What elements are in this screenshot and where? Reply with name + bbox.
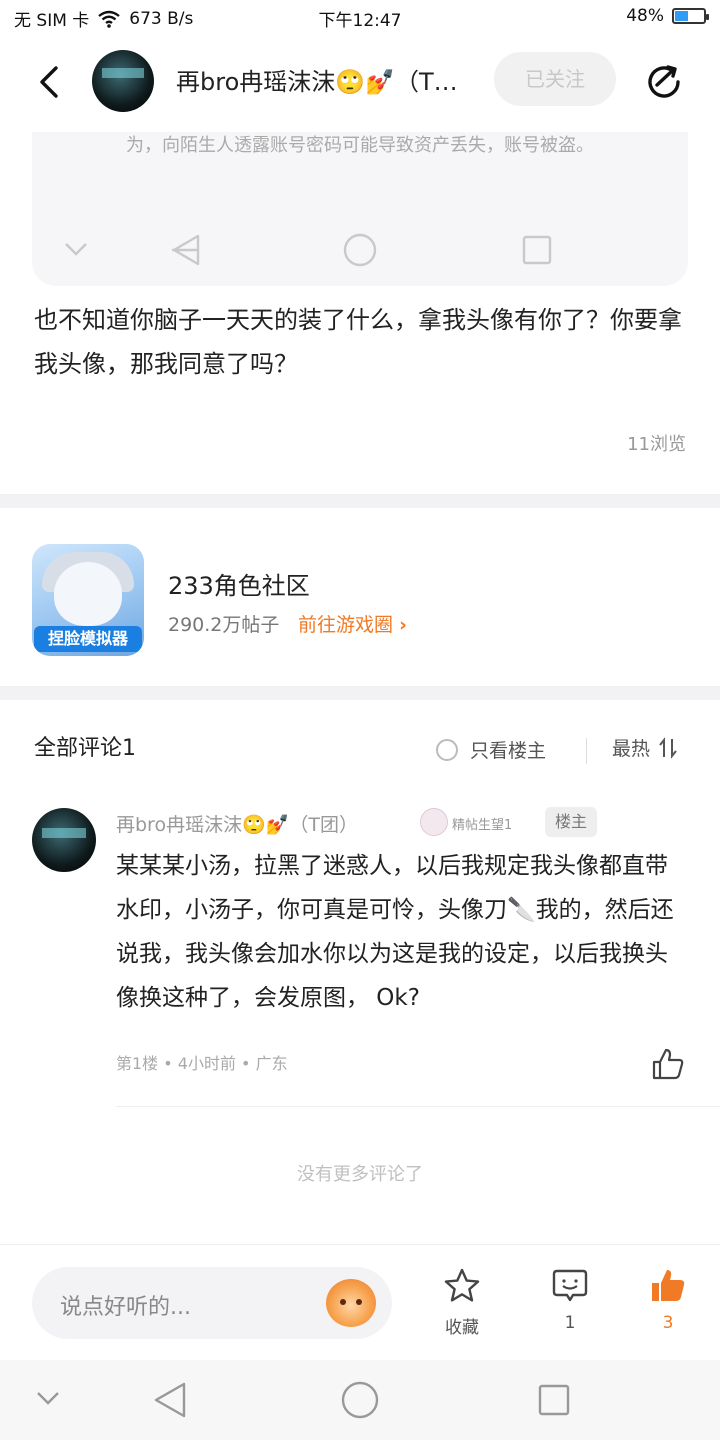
battery-fill — [675, 11, 688, 21]
community-post-count: 290.2万帖子 — [168, 614, 280, 636]
bottom-action-bar: 说点好听的... 收藏 1 3 — [0, 1244, 720, 1361]
comments-header: 全部评论1 只看楼主 最热 — [0, 702, 720, 792]
game-icon-badge: 捏脸模拟器 — [34, 626, 142, 652]
only-owner-toggle[interactable]: 只看楼主 — [436, 736, 546, 763]
comment-author[interactable]: 再bro冉瑶沫沫🙄💅（T团） — [116, 810, 358, 837]
nav-recents-icon[interactable] — [536, 1382, 572, 1418]
section-divider — [0, 686, 720, 700]
post-image-nav-bar — [65, 233, 552, 267]
clock: 下午12:47 — [318, 11, 402, 31]
battery-percent: 48% — [626, 6, 664, 26]
post-image[interactable]: 为，向陌生人透露账号密码可能导致资产丢失，账号被盗。 — [32, 132, 688, 286]
no-more-comments: 没有更多评论了 — [297, 1164, 423, 1185]
comment-input[interactable]: 说点好听的... — [32, 1267, 392, 1339]
emoji-icon[interactable] — [326, 1279, 376, 1327]
post-body: 也不知道你脑子一天天的装了什么，拿我头像有你了？你要拿我头像，那我同意了吗？ — [34, 306, 682, 378]
thumbs-up-filled-icon — [652, 1270, 685, 1301]
go-to-game-circle-label: 前往游戏圈 — [298, 614, 394, 636]
chevron-right-icon: › — [399, 614, 407, 636]
back-arrow-icon[interactable] — [30, 62, 70, 102]
star-icon — [444, 1268, 480, 1302]
sort-toggle[interactable]: 最热 — [612, 734, 678, 761]
author-avatar[interactable] — [92, 50, 154, 112]
favorite-button[interactable]: 收藏 — [432, 1267, 492, 1338]
system-nav-bar — [0, 1360, 720, 1440]
post-image-text: 为，向陌生人透露账号密码可能导致资产丢失，账号被盗。 — [126, 135, 594, 156]
medal-icon — [420, 808, 448, 836]
only-owner-label: 只看楼主 — [470, 740, 547, 762]
status-right: 48% — [626, 6, 709, 26]
like-count: 3 — [662, 1313, 674, 1333]
game-community-card[interactable]: 捏脸模拟器 233角色社区 290.2万帖子 前往游戏圈 › — [0, 510, 720, 686]
comments-title: 全部评论1 — [34, 736, 136, 761]
author-name[interactable]: 再bro冉瑶沫沫🙄💅（T… — [176, 62, 486, 97]
sort-label: 最热 — [612, 738, 651, 760]
status-bar: 无 SIM 卡 673 B/s 下午12:47 48% — [0, 0, 720, 34]
favorite-label: 收藏 — [445, 1318, 479, 1338]
header-divider — [586, 738, 587, 764]
community-name: 233角色社区 — [168, 572, 310, 600]
nav-home-icon[interactable] — [340, 1380, 380, 1420]
comment-separator — [116, 1106, 720, 1107]
go-to-game-circle-link[interactable]: 前往游戏圈 › — [298, 610, 407, 637]
comment-body[interactable]: 某某某小汤，拉黑了迷惑人，以后我规定我头像都直带水印，小汤子，你可真是可怜，头像… — [116, 844, 686, 1020]
follow-button[interactable]: 已关注 — [494, 52, 616, 106]
share-icon[interactable] — [642, 60, 686, 104]
battery-icon — [672, 8, 709, 24]
comment-count: 1 — [564, 1313, 576, 1333]
post-header: 再bro冉瑶沫沫🙄💅（T… 已关注 — [0, 34, 720, 132]
nav-collapse-icon[interactable] — [32, 1386, 64, 1410]
thumbs-up-icon[interactable] — [650, 1046, 686, 1082]
section-divider — [0, 494, 720, 508]
game-icon[interactable]: 捏脸模拟器 — [32, 544, 144, 656]
radio-icon[interactable] — [436, 738, 458, 761]
nav-back-icon[interactable] — [150, 1380, 190, 1420]
comment-badge: 精帖生望1 — [452, 818, 513, 833]
like-button[interactable]: 3 — [638, 1267, 698, 1333]
comment-avatar[interactable] — [32, 808, 96, 872]
view-count: 11浏览 — [627, 434, 686, 455]
comment-meta: 第1楼 • 4小时前 • 广东 — [116, 1054, 288, 1073]
comment-bubble-icon — [552, 1269, 588, 1302]
owner-tag: 楼主 — [545, 807, 597, 837]
comment-input-placeholder: 说点好听的... — [60, 1295, 191, 1320]
comment-button[interactable]: 1 — [540, 1267, 600, 1333]
sort-arrows-icon — [659, 736, 677, 759]
